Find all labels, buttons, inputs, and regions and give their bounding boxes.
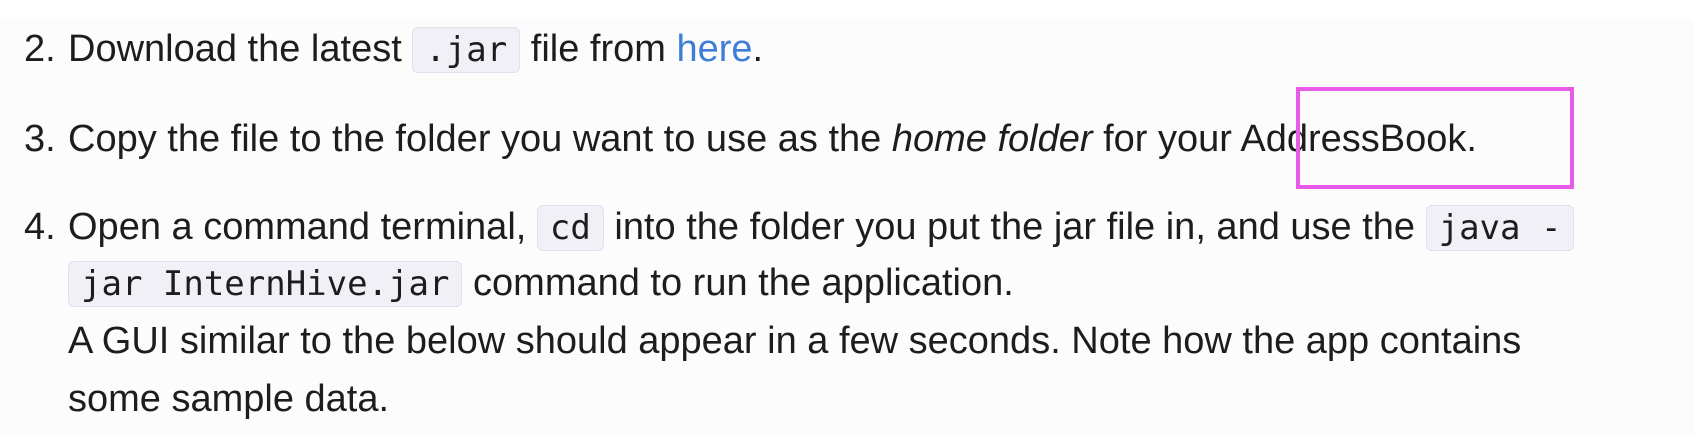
- emphasis-home-folder: home folder: [891, 118, 1093, 160]
- step-4-line-2: jar InternHive.jar command to run the ap…: [68, 254, 1014, 313]
- step-punctuation: .: [752, 28, 764, 70]
- top-band: [0, 0, 1694, 18]
- step-4-note-line-1: A GUI similar to the below should appear…: [68, 320, 1522, 362]
- step-3-text: Copy the file to the folder you want to …: [68, 110, 1477, 168]
- step-4-line-1: Open a command terminal, cd into the fol…: [68, 198, 1575, 257]
- step-4-note-line-2: some sample data.: [68, 378, 390, 420]
- step-number: 2.: [24, 28, 56, 70]
- inline-code-java-command-part2: jar InternHive.jar: [68, 261, 463, 307]
- inline-code-cd: cd: [536, 205, 604, 251]
- inline-code-jar: .jar: [412, 27, 521, 73]
- step-number: 4.: [24, 206, 56, 248]
- step-text: into the folder you put the jar file in,…: [614, 206, 1416, 248]
- step-text: command to run the application.: [473, 262, 1014, 304]
- step-2-text: Download the latest .jar file from here.: [68, 20, 763, 79]
- inline-code-java-command-part1: java -: [1425, 205, 1575, 251]
- step-text: Download the latest: [68, 28, 402, 70]
- step-punctuation: .: [1466, 118, 1477, 160]
- step-text: for your: [1103, 118, 1232, 160]
- step-text: file from: [530, 28, 666, 70]
- app-name: AddressBook: [1240, 118, 1467, 160]
- step-number: 3.: [24, 118, 56, 160]
- step-text: Copy the file to the folder you want to …: [68, 118, 882, 160]
- step-text: Open a command terminal,: [68, 206, 527, 248]
- download-link[interactable]: here: [676, 28, 752, 70]
